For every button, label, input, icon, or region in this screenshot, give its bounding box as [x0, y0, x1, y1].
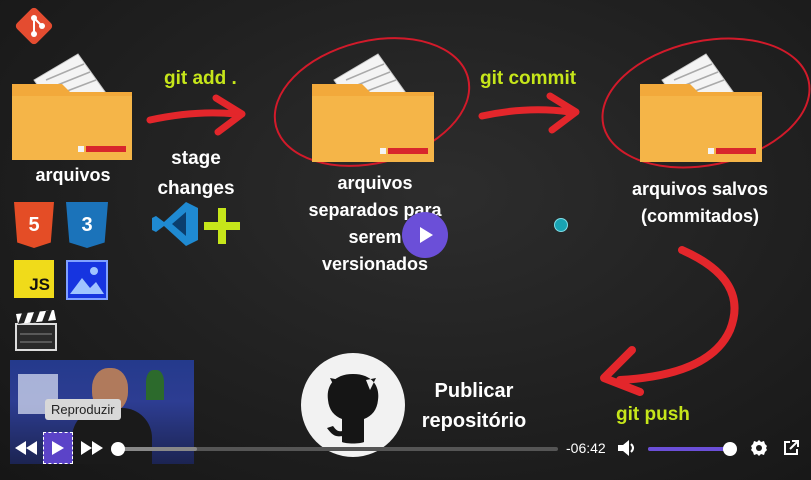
center-play-icon — [420, 227, 433, 243]
external-link-icon — [784, 440, 799, 455]
time-remaining: -06:42 — [566, 440, 606, 456]
folder-arquivos-icon — [12, 53, 132, 160]
fast-forward-button[interactable] — [78, 434, 106, 462]
webcam-plant — [146, 370, 164, 400]
image-icon — [66, 260, 108, 300]
volume-slider[interactable] — [648, 442, 737, 456]
git-commit-label: git commit — [480, 68, 577, 89]
arquivos-separados-label: arquivos separados para serem versionado… — [270, 170, 480, 278]
arrow-commit-icon — [478, 92, 580, 134]
publicar-line-1: Publicar — [434, 380, 514, 402]
volume-level — [648, 447, 730, 451]
video-stage[interactable]: arquivos 5 3 JS git add . stage changes — [0, 0, 811, 480]
separados-line-1: arquivos — [337, 173, 413, 193]
clapperboard-icon — [15, 310, 57, 351]
js-icon: JS — [14, 260, 54, 298]
css3-icon: 3 — [66, 202, 108, 248]
git-add-label: git add . — [164, 68, 237, 89]
play-tooltip: Reproduzir — [45, 399, 121, 420]
separados-line-2: separados para — [308, 200, 442, 220]
arquivos-label: arquivos — [35, 165, 111, 185]
arrow-push-icon — [600, 246, 739, 396]
seek-handle[interactable] — [111, 442, 125, 456]
separados-line-3: serem — [348, 227, 402, 247]
external-link-button[interactable] — [778, 435, 804, 461]
stage-changes-label: stage changes — [146, 144, 246, 204]
seek-bar[interactable] — [111, 442, 558, 456]
volume-button[interactable] — [614, 434, 640, 462]
fast-forward-icon — [81, 441, 103, 455]
settings-icon — [751, 440, 767, 456]
git-logo-icon — [15, 7, 53, 45]
vscode-icon — [152, 202, 198, 246]
stage-line-1: stage — [171, 148, 221, 169]
play-icon — [52, 441, 64, 455]
html5-badge: 5 — [28, 213, 40, 236]
publicar-repositorio-label: Publicar repositório — [404, 376, 544, 436]
separados-line-4: versionados — [321, 254, 429, 274]
rewind-icon — [15, 441, 37, 455]
player-controls: -06:42 — [0, 430, 811, 468]
arrow-add-icon — [146, 94, 246, 136]
rewind-button[interactable] — [12, 434, 40, 462]
seek-buffered — [118, 447, 198, 451]
salvos-line-1: arquivos salvos — [631, 179, 769, 199]
salvos-line-2: (commitados) — [640, 206, 759, 226]
folder-separados-icon — [312, 53, 434, 162]
center-play-button[interactable] — [402, 212, 448, 258]
plus-icon — [204, 208, 240, 244]
volume-handle[interactable] — [723, 442, 737, 456]
arquivos-salvos-label: arquivos salvos (commitados) — [600, 176, 800, 230]
git-push-label: git push — [616, 404, 690, 425]
css3-badge: 3 — [81, 213, 93, 236]
js-badge: JS — [29, 275, 50, 294]
folder-salvos-icon — [640, 53, 762, 162]
volume-icon — [618, 440, 634, 456]
html5-icon: 5 — [14, 202, 54, 248]
play-button[interactable] — [43, 432, 73, 464]
settings-button[interactable] — [746, 435, 772, 461]
cursor-indicator — [554, 218, 568, 232]
